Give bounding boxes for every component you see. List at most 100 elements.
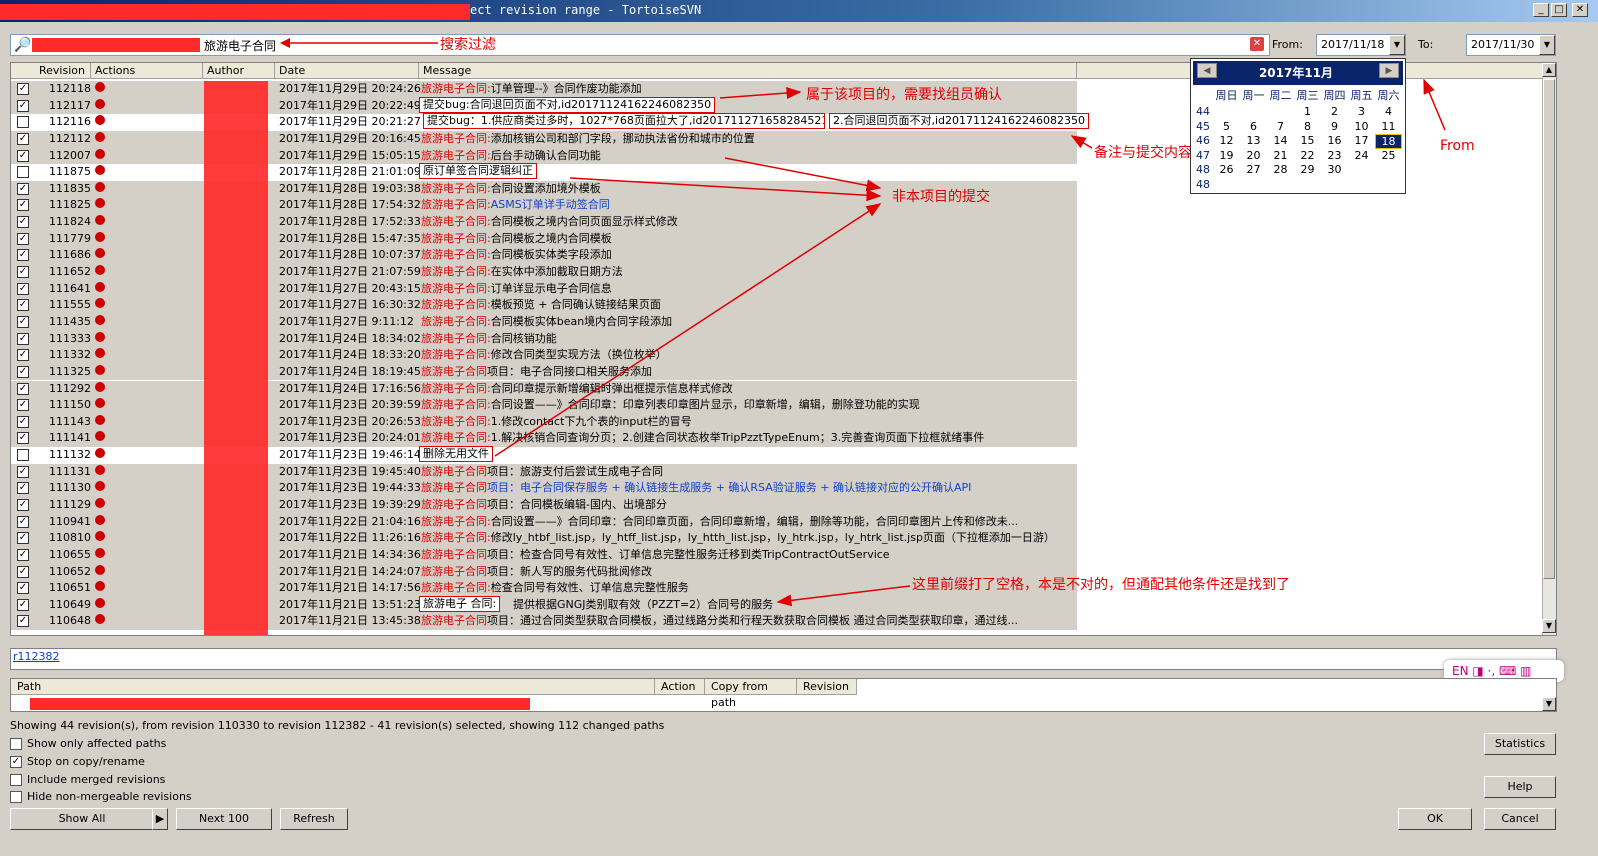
- row-checkbox[interactable]: ✓: [17, 548, 29, 561]
- clear-search-icon[interactable]: ✕: [1250, 37, 1264, 51]
- table-row[interactable]: ✓ 111555 2017年11月27日 16:30:32 旅游电子合同:模板预览 +…: [11, 297, 1077, 314]
- calendar-day[interactable]: 18: [1375, 134, 1402, 150]
- to-date-dropdown[interactable]: ▼: [1539, 35, 1555, 55]
- row-checkbox[interactable]: ✓: [17, 299, 29, 312]
- close-button[interactable]: ✕: [1572, 3, 1588, 17]
- ime-language[interactable]: EN: [1452, 664, 1469, 678]
- calendar-day[interactable]: 4: [1375, 105, 1402, 118]
- log-message-pane[interactable]: r112382: [10, 648, 1557, 670]
- row-checkbox[interactable]: ✓: [17, 515, 29, 528]
- calendar-day[interactable]: 3: [1348, 105, 1375, 118]
- column-revision-path[interactable]: Revision: [797, 679, 857, 695]
- table-row[interactable]: ✓ 111130 2017年11月23日 19:44:33 旅游电子合同项目：电子合同…: [11, 480, 1077, 497]
- calendar-day[interactable]: 25: [1375, 149, 1402, 162]
- calendar-day[interactable]: 21: [1267, 149, 1294, 162]
- calendar-day[interactable]: 19: [1213, 149, 1240, 162]
- table-row[interactable]: ✓ 111333 2017年11月24日 18:34:02 旅游电子合同:合同核销功能: [11, 330, 1077, 348]
- row-checkbox[interactable]: ✓: [17, 216, 29, 229]
- column-action[interactable]: Action: [655, 679, 705, 695]
- row-checkbox[interactable]: ✓: [17, 499, 29, 511]
- calendar-day[interactable]: 1: [1294, 105, 1321, 118]
- row-checkbox[interactable]: ✓: [17, 532, 29, 545]
- calendar-day[interactable]: 28: [1267, 163, 1294, 176]
- row-checkbox[interactable]: ✓: [17, 99, 29, 112]
- calendar-day[interactable]: 17: [1348, 134, 1375, 147]
- column-actions[interactable]: Actions: [91, 63, 203, 79]
- row-checkbox[interactable]: ✓: [17, 332, 29, 345]
- calendar-day[interactable]: 11: [1375, 120, 1402, 133]
- table-row[interactable]: ✓ 111150 2017年11月23日 20:39:59 旅游电子合同:合同设置——…: [11, 397, 1077, 414]
- scroll-down-button[interactable]: ▼: [1542, 619, 1556, 633]
- table-row[interactable]: ✓ 111325 2017年11月24日 18:19:45 旅游电子合同项目：电子合同…: [11, 363, 1077, 381]
- help-button[interactable]: Help: [1484, 776, 1556, 798]
- table-row[interactable]: ✓ 111292 2017年11月24日 17:16:56 旅游电子合同:合同印章提示…: [11, 380, 1077, 398]
- include-merged-checkbox[interactable]: [10, 774, 22, 786]
- row-checkbox[interactable]: ✓: [17, 415, 29, 428]
- row-checkbox[interactable]: [17, 449, 29, 462]
- calendar-day[interactable]: 13: [1240, 134, 1267, 147]
- calendar-day[interactable]: 5: [1213, 120, 1240, 133]
- calendar-day[interactable]: 6: [1240, 120, 1267, 133]
- row-checkbox[interactable]: ✓: [17, 249, 29, 262]
- table-row[interactable]: ✓ 110941 2017年11月22日 21:04:16 旅游电子合同:合同设置——…: [11, 513, 1077, 531]
- column-author[interactable]: Author: [203, 63, 275, 79]
- column-revision[interactable]: Revision: [11, 63, 91, 79]
- show-all-button[interactable]: Show All: [10, 808, 154, 830]
- table-row[interactable]: ✓ 110648 2017年11月21日 13:45:38 旅游电子合同项目：通过合同…: [11, 613, 1077, 631]
- row-checkbox[interactable]: ✓: [17, 83, 29, 95]
- table-row[interactable]: ✓ 111131 2017年11月23日 19:45:40 旅游电子合同项目：旅游支付…: [11, 463, 1077, 481]
- row-checkbox[interactable]: ✓: [17, 199, 29, 212]
- row-checkbox[interactable]: ✓: [17, 365, 29, 378]
- calendar-day[interactable]: 29: [1294, 163, 1321, 176]
- table-row[interactable]: ✓ 111779 2017年11月28日 15:47:35 旅游电子合同:合同模板之境…: [11, 230, 1077, 248]
- calendar-day[interactable]: 15: [1294, 134, 1321, 147]
- calendar-day[interactable]: 8: [1294, 120, 1321, 133]
- show-affected-paths-checkbox[interactable]: [10, 738, 22, 750]
- column-date[interactable]: Date: [275, 63, 419, 79]
- table-row[interactable]: ✓ 111435 2017年11月27日 9:11:12 旅游电子合同:合同模板实体b…: [11, 313, 1077, 331]
- calendar-day[interactable]: 23: [1321, 149, 1348, 162]
- row-checkbox[interactable]: ✓: [17, 382, 29, 395]
- row-checkbox[interactable]: ✓: [17, 182, 29, 195]
- calendar-day[interactable]: 20: [1240, 149, 1267, 162]
- table-row[interactable]: ✓ 111141 2017年11月23日 20:24:01 旅游电子合同:1.解决核销…: [11, 430, 1077, 448]
- row-checkbox[interactable]: ✓: [17, 149, 29, 162]
- calendar-day[interactable]: 24: [1348, 149, 1375, 162]
- row-checkbox[interactable]: ✓: [17, 315, 29, 328]
- table-row[interactable]: ✓ 112112 2017年11月29日 20:16:45 旅游电子合同:添加核销公司…: [11, 130, 1077, 148]
- column-copy-from-path[interactable]: Copy from path: [705, 679, 797, 709]
- minimize-button[interactable]: _: [1533, 3, 1549, 17]
- row-checkbox[interactable]: ✓: [17, 582, 29, 595]
- calendar-day[interactable]: 14: [1267, 134, 1294, 147]
- hide-non-mergeable-checkbox[interactable]: [10, 791, 22, 803]
- show-all-dropdown[interactable]: ▶: [152, 808, 168, 830]
- row-checkbox[interactable]: ✓: [17, 465, 29, 478]
- row-checkbox[interactable]: ✓: [17, 432, 29, 445]
- row-checkbox[interactable]: ✓: [17, 349, 29, 362]
- revision-link[interactable]: r112382: [13, 650, 60, 663]
- calendar-day[interactable]: 12: [1213, 134, 1240, 147]
- table-row[interactable]: ✓ 111129 2017年11月23日 19:39:29 旅游电子合同项目：合同模板…: [11, 497, 1077, 514]
- row-checkbox[interactable]: [17, 166, 29, 179]
- calendar-day[interactable]: 16: [1321, 134, 1348, 147]
- table-row[interactable]: ✓ 112007 2017年11月29日 15:05:15 旅游电子合同:后台手动确认…: [11, 147, 1077, 165]
- row-checkbox[interactable]: ✓: [17, 565, 29, 578]
- scroll-thumb[interactable]: [1543, 79, 1555, 579]
- row-checkbox[interactable]: ✓: [17, 598, 29, 611]
- from-date-dropdown[interactable]: ▼: [1389, 35, 1405, 55]
- calendar-day[interactable]: 26: [1213, 163, 1240, 176]
- column-message[interactable]: Message: [419, 63, 1077, 79]
- calendar-day[interactable]: 7: [1267, 120, 1294, 133]
- table-row[interactable]: ✓ 111332 2017年11月24日 18:33:20 旅游电子合同:修改合同类型…: [11, 347, 1077, 364]
- calendar-day[interactable]: 30: [1321, 163, 1348, 176]
- table-row[interactable]: ✓ 111641 2017年11月27日 20:43:15 旅游电子合同:订单详显示电…: [11, 280, 1077, 298]
- stop-copy-rename-checkbox[interactable]: ✓: [10, 756, 22, 768]
- row-checkbox[interactable]: ✓: [17, 482, 29, 495]
- date-picker-calendar[interactable]: ◀ 2017年11月 ▶ 周日 周一 周二 周三 周四 周五 周六 44 1 2 3 4 45 5 6 7 8 9…: [1190, 58, 1406, 194]
- table-row[interactable]: ✓ 110810 2017年11月22日 11:26:16 旅游电子合同:修改ly_h…: [11, 530, 1077, 547]
- calendar-day[interactable]: 9: [1321, 120, 1348, 133]
- calendar-prev-month[interactable]: ◀: [1197, 63, 1217, 78]
- row-checkbox[interactable]: ✓: [17, 282, 29, 295]
- table-row[interactable]: ✓ 110649 2017年11月21日 13:51:23 提供根据GNGJ类别取有效…: [11, 596, 1077, 614]
- calendar-day[interactable]: 2: [1321, 105, 1348, 118]
